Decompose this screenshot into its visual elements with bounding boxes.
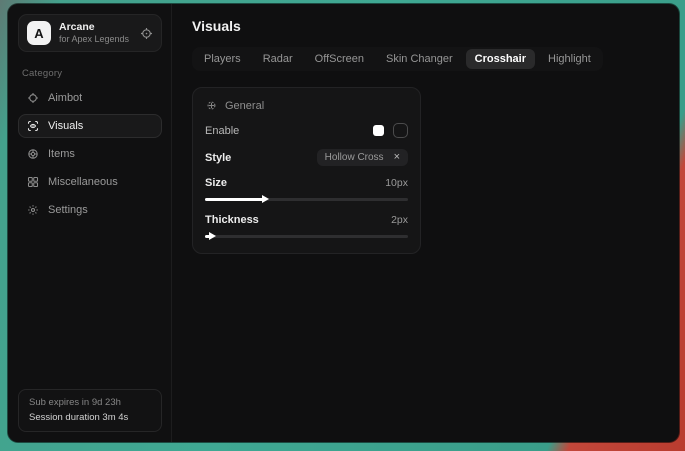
sidebar: A Arcane for Apex Legends Category bbox=[8, 4, 172, 442]
lifebuoy-icon bbox=[27, 148, 39, 160]
brand-subtitle: for Apex Legends bbox=[59, 34, 129, 45]
size-label: Size bbox=[205, 177, 227, 189]
sidebar-item-visuals[interactable]: Visuals bbox=[18, 114, 162, 138]
clear-icon[interactable]: × bbox=[394, 152, 400, 163]
gear-icon bbox=[27, 204, 39, 216]
style-dropdown[interactable]: Hollow Cross × bbox=[317, 149, 408, 166]
brand-text: Arcane for Apex Legends bbox=[59, 21, 129, 45]
thickness-setting: Thickness 2px bbox=[205, 214, 408, 240]
thickness-value: 2px bbox=[391, 214, 408, 226]
color-swatch[interactable] bbox=[373, 125, 384, 136]
style-row: Style Hollow Cross × bbox=[205, 149, 408, 166]
eye-scan-icon bbox=[27, 120, 39, 132]
size-value: 10px bbox=[385, 177, 408, 189]
sidebar-item-label: Items bbox=[48, 148, 75, 160]
tab-players[interactable]: Players bbox=[195, 49, 250, 69]
style-value: Hollow Cross bbox=[325, 152, 384, 163]
grid-icon bbox=[27, 176, 39, 188]
sidebar-item-aimbot[interactable]: Aimbot bbox=[18, 86, 162, 110]
slider-fill bbox=[205, 198, 264, 201]
tab-bar: Players Radar OffScreen Skin Changer Cro… bbox=[192, 47, 603, 71]
category-label: Category bbox=[22, 68, 158, 79]
sidebar-item-items[interactable]: Items bbox=[18, 142, 162, 166]
size-row: Size 10px bbox=[205, 177, 408, 189]
tab-radar[interactable]: Radar bbox=[254, 49, 302, 69]
sidebar-item-label: Miscellaneous bbox=[48, 176, 118, 188]
subscription-info: Sub expires in 9d 23h Session duration 3… bbox=[18, 389, 162, 432]
enable-checkbox[interactable] bbox=[393, 123, 408, 138]
page-title: Visuals bbox=[192, 18, 659, 34]
slider-thumb[interactable] bbox=[262, 195, 269, 203]
sidebar-item-label: Aimbot bbox=[48, 92, 82, 104]
general-panel: General Enable Style Hollow Cross × Size bbox=[192, 87, 421, 254]
thickness-slider[interactable] bbox=[205, 232, 408, 240]
target-icon[interactable] bbox=[140, 27, 153, 40]
app-window: A Arcane for Apex Legends Category bbox=[8, 4, 679, 442]
panel-title: General bbox=[225, 100, 264, 112]
enable-row: Enable bbox=[205, 123, 408, 138]
tab-highlight[interactable]: Highlight bbox=[539, 49, 600, 69]
sidebar-item-miscellaneous[interactable]: Miscellaneous bbox=[18, 170, 162, 194]
sidebar-item-label: Visuals bbox=[48, 120, 83, 132]
slider-track bbox=[205, 235, 408, 238]
style-label: Style bbox=[205, 152, 231, 164]
app-logo: A bbox=[27, 21, 51, 45]
size-slider[interactable] bbox=[205, 195, 408, 203]
main-content: Visuals Players Radar OffScreen Skin Cha… bbox=[172, 4, 679, 442]
thickness-label: Thickness bbox=[205, 214, 259, 226]
brand-name: Arcane bbox=[59, 21, 129, 34]
sub-expires-text: Sub expires in 9d 23h bbox=[29, 397, 151, 408]
session-duration-text: Session duration 3m 4s bbox=[29, 412, 151, 423]
crosshair-scan-icon bbox=[205, 99, 218, 112]
tab-skin-changer[interactable]: Skin Changer bbox=[377, 49, 462, 69]
sidebar-nav: Aimbot Visuals bbox=[18, 86, 162, 222]
size-setting: Size 10px bbox=[205, 177, 408, 203]
brand-card: A Arcane for Apex Legends bbox=[18, 14, 162, 52]
sidebar-item-label: Settings bbox=[48, 204, 88, 216]
sidebar-item-settings[interactable]: Settings bbox=[18, 198, 162, 222]
enable-controls bbox=[373, 123, 408, 138]
tab-crosshair[interactable]: Crosshair bbox=[466, 49, 535, 69]
slider-thumb[interactable] bbox=[209, 232, 216, 240]
crosshair-icon bbox=[27, 92, 39, 104]
thickness-row: Thickness 2px bbox=[205, 214, 408, 226]
panel-header: General bbox=[205, 99, 408, 112]
tab-offscreen[interactable]: OffScreen bbox=[306, 49, 373, 69]
enable-label: Enable bbox=[205, 125, 239, 137]
